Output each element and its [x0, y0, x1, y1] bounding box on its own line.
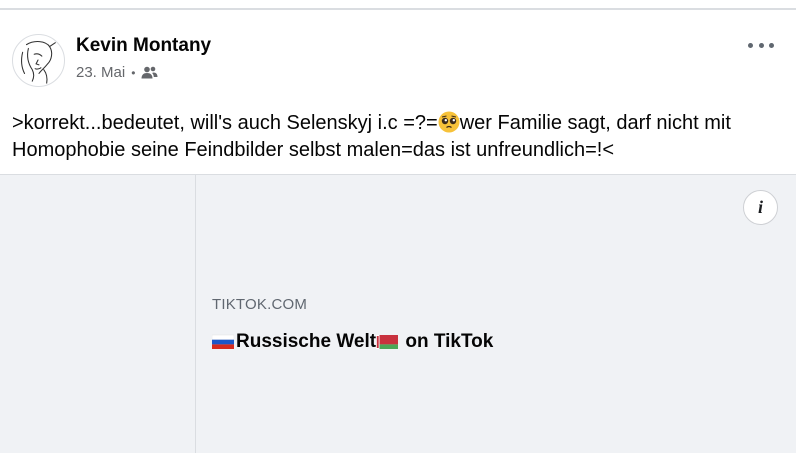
top-divider: [0, 8, 796, 10]
info-button-label: i: [757, 197, 763, 217]
russia-flag-icon: [212, 334, 234, 350]
link-title-suffix: on TikTok: [400, 331, 494, 352]
post-text-part-1: >korrekt...bedeutet, will's auch Selensk…: [12, 112, 438, 134]
more-options-icon[interactable]: [748, 34, 774, 56]
post-meta: 23. Mai •: [76, 64, 158, 81]
author-name[interactable]: Kevin Montany: [76, 35, 211, 57]
friends-icon[interactable]: [141, 66, 158, 79]
link-preview-card[interactable]: i TIKTOK.COM Russische Welt on TikTok: [0, 174, 796, 453]
belarus-flag-icon: [376, 334, 399, 350]
link-title-main: Russische Welt: [236, 331, 377, 352]
sketch-portrait-icon: [21, 41, 56, 84]
link-title[interactable]: Russische Welt on TikTok: [212, 331, 493, 353]
pleading-face-emoji-icon: [438, 111, 460, 133]
link-domain: TIKTOK.COM: [212, 296, 308, 313]
post-text: >korrekt...bedeutet, will's auch Selensk…: [12, 110, 782, 164]
author-avatar[interactable]: [12, 34, 65, 87]
link-thumbnail[interactable]: [0, 175, 196, 453]
post-date[interactable]: 23. Mai: [76, 64, 125, 81]
info-icon[interactable]: i: [743, 190, 778, 225]
meta-separator: •: [131, 65, 136, 80]
